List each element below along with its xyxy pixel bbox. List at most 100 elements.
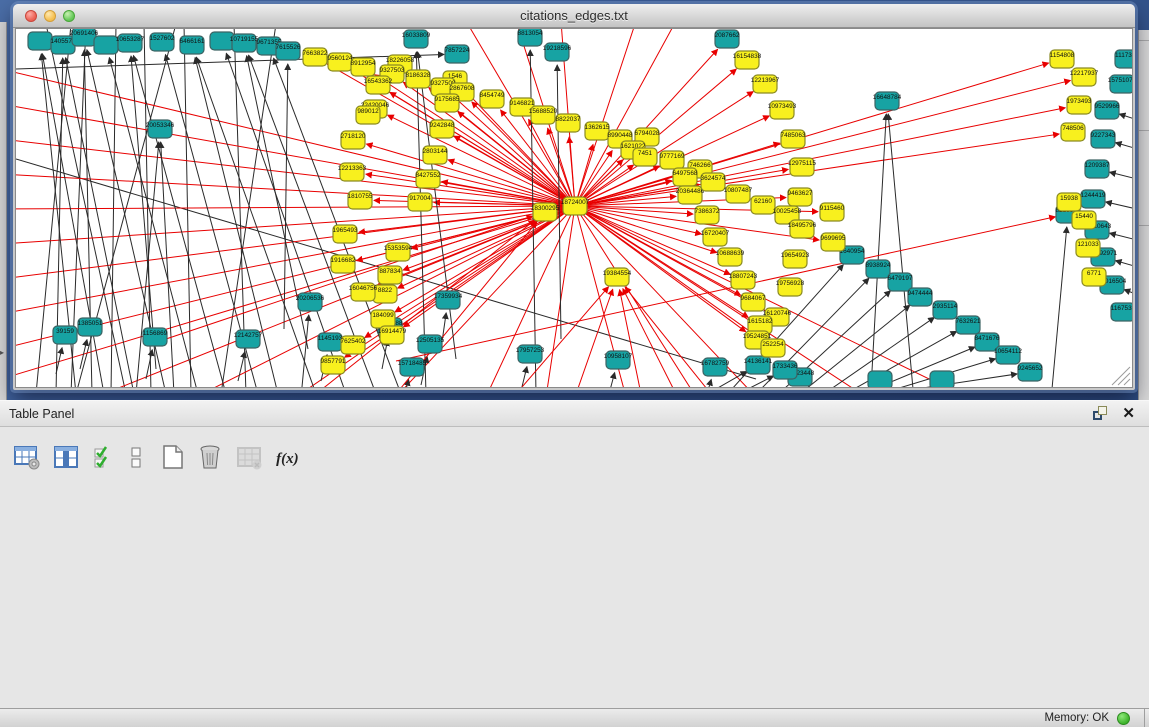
network-node[interactable]: 1209387 (1085, 160, 1110, 178)
network-node[interactable]: 18495796 (788, 220, 817, 238)
close-panel-icon[interactable]: ✕ (1122, 404, 1135, 422)
network-node[interactable]: 10654112 (994, 346, 1022, 364)
network-node[interactable]: 1145193 (318, 333, 343, 351)
network-node[interactable] (28, 32, 52, 50)
network-node[interactable] (930, 371, 954, 388)
network-node[interactable]: 20053346 (146, 120, 175, 138)
network-window[interactable]: citations_edges.txt 14055712069140610653… (13, 4, 1135, 390)
network-node[interactable]: 3624574 (701, 173, 726, 191)
network-node[interactable]: 9175685 (435, 94, 460, 112)
network-node[interactable]: 1965493 (333, 225, 358, 243)
network-node[interactable]: 10958107 (604, 351, 633, 369)
network-node[interactable]: 1973493 (1067, 96, 1092, 114)
network-node[interactable]: 10807487 (724, 185, 753, 203)
network-node[interactable]: 18807243 (729, 271, 758, 289)
network-node[interactable]: 8186328 (406, 70, 431, 88)
delete-column-button[interactable] (198, 444, 223, 475)
left-panel-edge[interactable]: ▸ (0, 22, 7, 400)
network-node[interactable]: 9463627 (788, 188, 813, 206)
network-node[interactable]: 2935114 (933, 301, 958, 319)
function-builder-button[interactable]: f(x) (276, 451, 299, 468)
network-node[interactable]: 7386372 (695, 206, 720, 224)
network-node[interactable]: 16648784 (873, 92, 902, 110)
network-node[interactable]: 8454749 (480, 90, 505, 108)
network-node[interactable]: 15751074 (1108, 75, 1133, 93)
network-node[interactable]: 10688639 (716, 248, 745, 266)
network-node[interactable]: 19654923 (781, 250, 810, 268)
network-node[interactable]: 1154808 (1050, 50, 1075, 68)
network-node[interactable] (868, 371, 892, 388)
create-column-button[interactable] (161, 444, 185, 475)
network-node[interactable]: 8912954 (351, 58, 376, 76)
network-node[interactable]: 121033 (1076, 239, 1100, 257)
network-node[interactable]: 9699695 (821, 233, 846, 251)
network-node[interactable]: 1527602 (150, 33, 175, 51)
network-node[interactable]: 15718485 (398, 358, 427, 376)
network-node[interactable]: 16914479 (378, 326, 407, 344)
network-node[interactable]: 748506 (1061, 123, 1085, 141)
network-node[interactable]: 1733436 (773, 361, 798, 379)
network-node[interactable]: 7663822 (303, 48, 328, 66)
panel-expand-arrow-icon[interactable]: ▸ (0, 348, 4, 357)
network-canvas[interactable]: 1405571206914061065328715276026466161107… (15, 28, 1133, 388)
network-node[interactable]: 14136141 (744, 356, 773, 374)
network-window-titlebar[interactable]: citations_edges.txt (13, 4, 1135, 28)
network-node[interactable]: 6497568 (673, 168, 698, 186)
network-node[interactable]: 1156869 (143, 328, 168, 346)
select-all-columns-button[interactable] (93, 445, 117, 475)
network-node[interactable]: 12213967 (751, 75, 780, 93)
unselect-columns-button[interactable] (130, 445, 142, 475)
network-node[interactable]: 9529966 (1095, 101, 1120, 119)
network-node[interactable]: 917004 (408, 193, 432, 211)
network-node[interactable]: 16782759 (701, 358, 730, 376)
network-node[interactable]: 9242848 (430, 120, 455, 138)
network-node[interactable]: 15353594 (384, 243, 413, 261)
network-node[interactable]: 39159 (53, 326, 77, 344)
network-node[interactable]: 12217937 (1070, 68, 1099, 86)
network-node[interactable]: 19756928 (776, 278, 805, 296)
network-node[interactable]: 6466161 (180, 36, 205, 54)
network-node[interactable]: 8427552 (416, 170, 441, 188)
network-node[interactable]: 16046756 (349, 283, 378, 301)
network-node[interactable]: 1362615 (585, 122, 610, 140)
network-node[interactable] (94, 36, 118, 54)
network-node[interactable]: 1244419 (1081, 190, 1106, 208)
network-node[interactable]: 1117304 (1115, 50, 1133, 68)
network-node[interactable]: 1810755 (348, 191, 373, 209)
network-node[interactable]: 16033809 (402, 30, 431, 48)
network-node[interactable]: 1916682 (331, 255, 356, 273)
network-node[interactable]: 9560124 (328, 53, 353, 71)
network-node[interactable]: 6479197 (888, 273, 913, 291)
network-node[interactable]: 184099 (371, 310, 395, 328)
network-node[interactable]: 9245652 (1018, 363, 1043, 381)
network-node[interactable]: 9227343 (1091, 130, 1116, 148)
right-panel-edge[interactable] (1138, 30, 1149, 400)
network-node[interactable]: 16720407 (701, 228, 730, 246)
network-node[interactable]: 16543362 (364, 76, 393, 94)
network-node[interactable]: 7632621 (956, 316, 981, 334)
network-node[interactable]: 62160 (751, 196, 775, 214)
network-node[interactable]: 10653287 (116, 34, 145, 52)
network-node[interactable]: 16154838 (733, 51, 762, 69)
table-settings-button[interactable] (14, 445, 41, 475)
network-node[interactable]: 19218596 (543, 43, 572, 61)
network-node[interactable]: 1385051 (78, 318, 103, 336)
network-node[interactable]: 10973493 (768, 101, 797, 119)
network-node[interactable]: 7615526 (276, 42, 301, 60)
network-node[interactable]: 17957253 (516, 345, 545, 363)
network-node[interactable]: 9777169 (660, 151, 685, 169)
show-columns-button[interactable] (54, 445, 79, 475)
network-node[interactable]: 9857791 (321, 356, 346, 374)
network-node[interactable]: 7485063 (781, 130, 806, 148)
network-node[interactable]: 18300295 (531, 203, 560, 221)
table-panel-header[interactable]: Table Panel ✕ (0, 400, 1149, 427)
network-node[interactable]: 12505135 (416, 335, 445, 353)
network-node[interactable]: 2087662 (715, 30, 740, 48)
network-node[interactable]: 15688520 (529, 106, 558, 124)
network-node[interactable]: 8813054 (518, 29, 543, 46)
network-node[interactable]: 15938 (1057, 193, 1081, 211)
network-node[interactable]: 20364486 (676, 186, 705, 204)
network-node[interactable]: 989012 (356, 106, 380, 124)
network-node[interactable]: 12142757 (234, 330, 263, 348)
network-node[interactable]: 252254 (761, 339, 785, 357)
